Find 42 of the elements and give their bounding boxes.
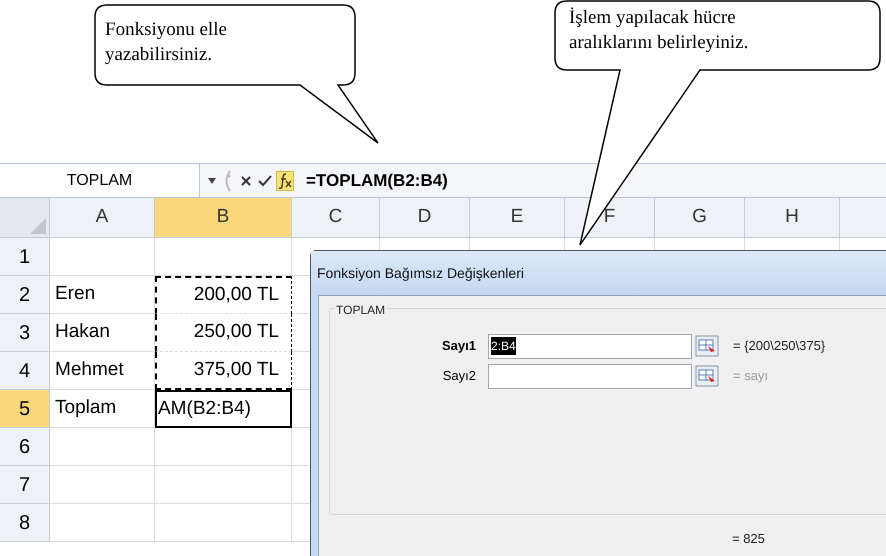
- row-header[interactable]: 4: [0, 352, 50, 390]
- total-result: = 825: [732, 531, 765, 546]
- column-header[interactable]: D: [380, 198, 470, 238]
- range-picker-icon[interactable]: [695, 365, 719, 387]
- argument-result: = sayı: [733, 367, 768, 386]
- argument-result: = {200\250\375}: [733, 337, 826, 356]
- column-header[interactable]: B: [155, 198, 292, 238]
- active-cell-editor[interactable]: AM(B2:B4): [155, 390, 292, 428]
- row-header[interactable]: 1: [0, 238, 50, 276]
- insert-function-icon[interactable]: [276, 170, 294, 190]
- table-cell: Hakan: [50, 314, 155, 352]
- column-header[interactable]: H: [745, 198, 840, 238]
- name-box[interactable]: TOPLAM: [0, 164, 200, 197]
- column-header[interactable]: A: [50, 198, 155, 238]
- column-header[interactable]: E: [470, 198, 565, 238]
- callout-text: Fonksiyonu elle yazabilirsiniz.: [105, 18, 227, 67]
- row-header[interactable]: 5: [0, 390, 50, 428]
- callout-text: İşlem yapılacak hücre aralıklarını belirleyiniz.: [569, 6, 748, 55]
- range-picker-icon[interactable]: [695, 335, 719, 357]
- argument-label: Sayı2: [442, 367, 476, 386]
- check-icon[interactable]: [258, 174, 272, 186]
- argument-field[interactable]: [488, 364, 692, 388]
- argument-label: Sayı1: [441, 337, 476, 356]
- row-header[interactable]: 3: [0, 314, 50, 352]
- corner-triangle-icon: [30, 218, 46, 234]
- table-cell: 200,00 TL: [155, 276, 292, 314]
- formula-text[interactable]: =TOPLAM(B2:B4): [306, 168, 448, 194]
- row-header[interactable]: 7: [0, 466, 50, 504]
- cancel-icon[interactable]: [240, 174, 252, 186]
- argument-field[interactable]: 2:B4: [488, 334, 692, 358]
- column-header[interactable]: C: [292, 198, 380, 238]
- row-header[interactable]: 2: [0, 276, 50, 314]
- table-cell: Toplam: [50, 390, 155, 428]
- dialog-title: Fonksiyon Bağımsız Değişkenleri: [317, 264, 524, 283]
- table-cell: 250,00 TL: [155, 314, 292, 352]
- column-header[interactable]: G: [655, 198, 745, 238]
- dropdown-caret-icon[interactable]: [208, 178, 216, 184]
- table-cell: 375,00 TL: [155, 352, 292, 390]
- table-cell: Eren: [50, 276, 155, 314]
- row-header[interactable]: 8: [0, 504, 50, 542]
- table-cell: Mehmet: [50, 352, 155, 390]
- row-header[interactable]: 6: [0, 428, 50, 466]
